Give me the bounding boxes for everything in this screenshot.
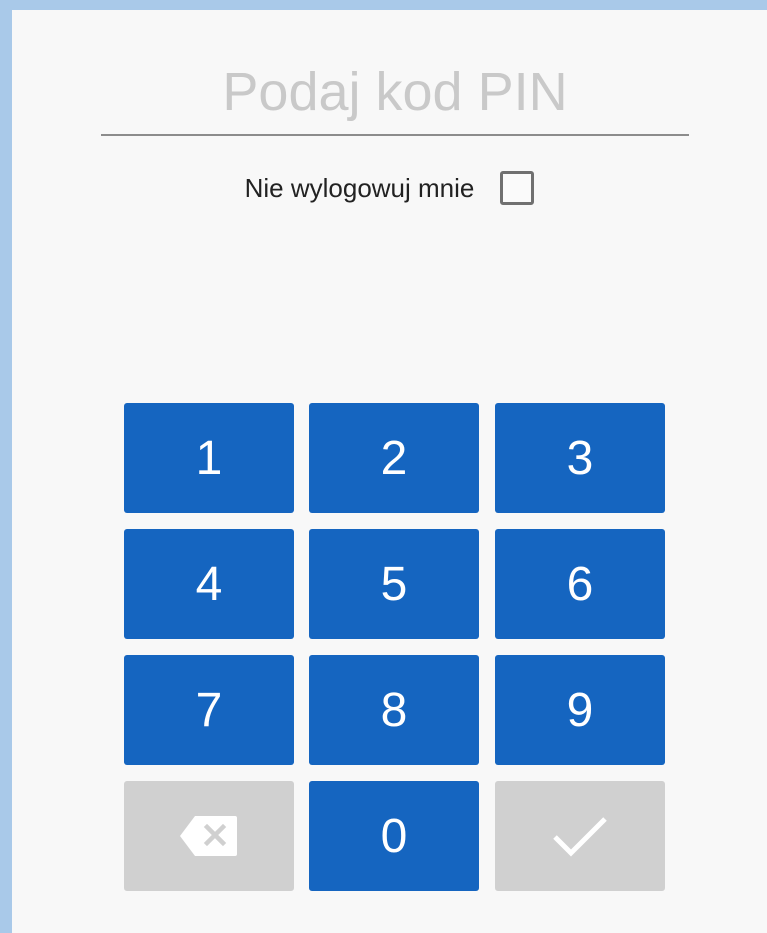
remember-me-row: Nie wylogowuj mnie xyxy=(12,168,767,208)
key-3[interactable]: 3 xyxy=(495,403,665,513)
checkmark-icon xyxy=(552,814,608,858)
key-2[interactable]: 2 xyxy=(309,403,479,513)
pin-login-screen: Nie wylogowuj mnie 1 2 3 4 5 6 7 8 9 0 xyxy=(12,10,767,933)
key-0[interactable]: 0 xyxy=(309,781,479,891)
key-5[interactable]: 5 xyxy=(309,529,479,639)
key-8[interactable]: 8 xyxy=(309,655,479,765)
pin-keypad: 1 2 3 4 5 6 7 8 9 0 xyxy=(124,403,665,891)
key-7[interactable]: 7 xyxy=(124,655,294,765)
remember-me-checkbox[interactable] xyxy=(500,171,535,205)
backspace-button[interactable] xyxy=(124,781,294,891)
pin-input[interactable] xyxy=(101,50,689,136)
remember-me-label: Nie wylogowuj mnie xyxy=(244,172,475,203)
key-6[interactable]: 6 xyxy=(495,529,665,639)
confirm-button[interactable] xyxy=(495,781,665,891)
key-9[interactable]: 9 xyxy=(495,655,665,765)
key-4[interactable]: 4 xyxy=(124,529,294,639)
key-1[interactable]: 1 xyxy=(124,403,294,513)
backspace-icon xyxy=(179,814,239,858)
